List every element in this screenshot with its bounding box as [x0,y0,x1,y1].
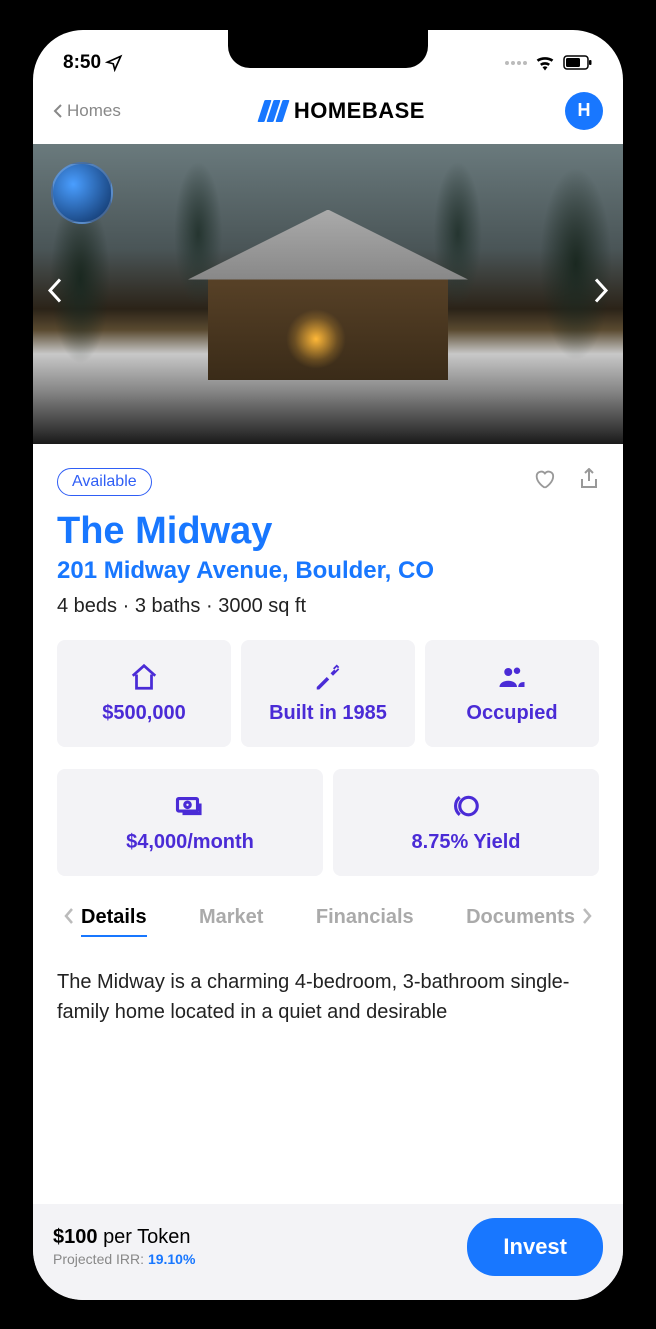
stat-rent-label: $4,000/month [126,831,254,854]
brand-name: HOMEBASE [294,98,425,124]
tab-details[interactable]: Details [81,900,147,937]
listing-specs: 4 beds · 3 baths · 3000 sq ft [57,595,599,618]
gallery-prev[interactable] [33,276,77,311]
tabs-next[interactable] [575,906,599,931]
stat-occupancy-label: Occupied [466,702,557,725]
gallery-next[interactable] [579,276,623,311]
content-top-row: Available [57,468,599,496]
people-icon [497,662,527,692]
phone-frame: 8:50 Homes HOMEBASE H [33,30,623,1300]
tab-list: Details Market Financials Documents [81,900,575,937]
status-icons [505,55,593,71]
listing-description: The Midway is a charming 4-bedroom, 3-ba… [57,967,599,1027]
logo-mark-icon [261,100,286,122]
listing-actions [533,468,599,490]
tabs: Details Market Financials Documents [57,900,599,937]
brand-logo[interactable]: HOMEBASE [261,98,425,124]
stat-grid-row1: $500,000 Built in 1985 Occupied [57,640,599,747]
home-icon [129,662,159,692]
stat-occupancy: Occupied [425,640,599,747]
battery-icon [563,55,593,70]
heart-icon[interactable] [533,468,555,490]
chevron-right-icon [593,276,609,304]
signal-dots-icon [505,61,527,65]
avatar[interactable]: H [565,92,603,130]
time-text: 8:50 [63,52,101,74]
stat-built-label: Built in 1985 [269,702,387,725]
listing-address: 201 Midway Avenue, Boulder, CO [57,557,599,585]
token-price: $100 per Token [53,1226,195,1249]
invest-button[interactable]: Invest [467,1218,603,1276]
notch [228,30,428,68]
stat-yield-label: 8.75% Yield [412,831,521,854]
stat-rent: $4,000/month [57,769,323,876]
listing-title: The Midway [57,510,599,553]
tools-icon [313,662,343,692]
tab-financials[interactable]: Financials [316,900,414,937]
listing-content: Available The Midway 201 Midway Avenue, … [33,444,623,1027]
projected-irr: Projected IRR: 19.10% [53,1251,195,1267]
price-block: $100 per Token Projected IRR: 19.10% [53,1226,195,1267]
location-icon [105,54,123,72]
stat-yield: 8.75% Yield [333,769,599,876]
stat-price-label: $500,000 [102,702,185,725]
hero-image[interactable] [33,144,623,444]
share-icon[interactable] [579,468,599,490]
footer-bar: $100 per Token Projected IRR: 19.10% Inv… [33,1204,623,1300]
chevron-left-icon [47,276,63,304]
money-icon [175,791,205,821]
stat-built: Built in 1985 [241,640,415,747]
hero-glow [286,309,346,369]
back-label: Homes [67,101,121,121]
yield-icon [451,791,481,821]
status-badge: Available [57,468,152,496]
irr-label: Projected IRR: [53,1251,148,1267]
irr-value: 19.10% [148,1251,195,1267]
status-time: 8:50 [63,52,123,74]
tab-documents[interactable]: Documents [466,900,575,937]
tabs-prev[interactable] [57,906,81,931]
price-amount: $100 [53,1226,98,1248]
stat-price: $500,000 [57,640,231,747]
chevron-right-icon [581,906,593,926]
price-unit: per Token [103,1226,190,1248]
gallery-thumbnail[interactable] [51,162,113,224]
chevron-left-icon [53,103,63,119]
tab-market[interactable]: Market [199,900,263,937]
chevron-left-icon [63,906,75,926]
stat-grid-row2: $4,000/month 8.75% Yield [57,769,599,876]
back-button[interactable]: Homes [53,101,121,121]
wifi-icon [535,55,555,71]
top-nav: Homes HOMEBASE H [33,80,623,144]
